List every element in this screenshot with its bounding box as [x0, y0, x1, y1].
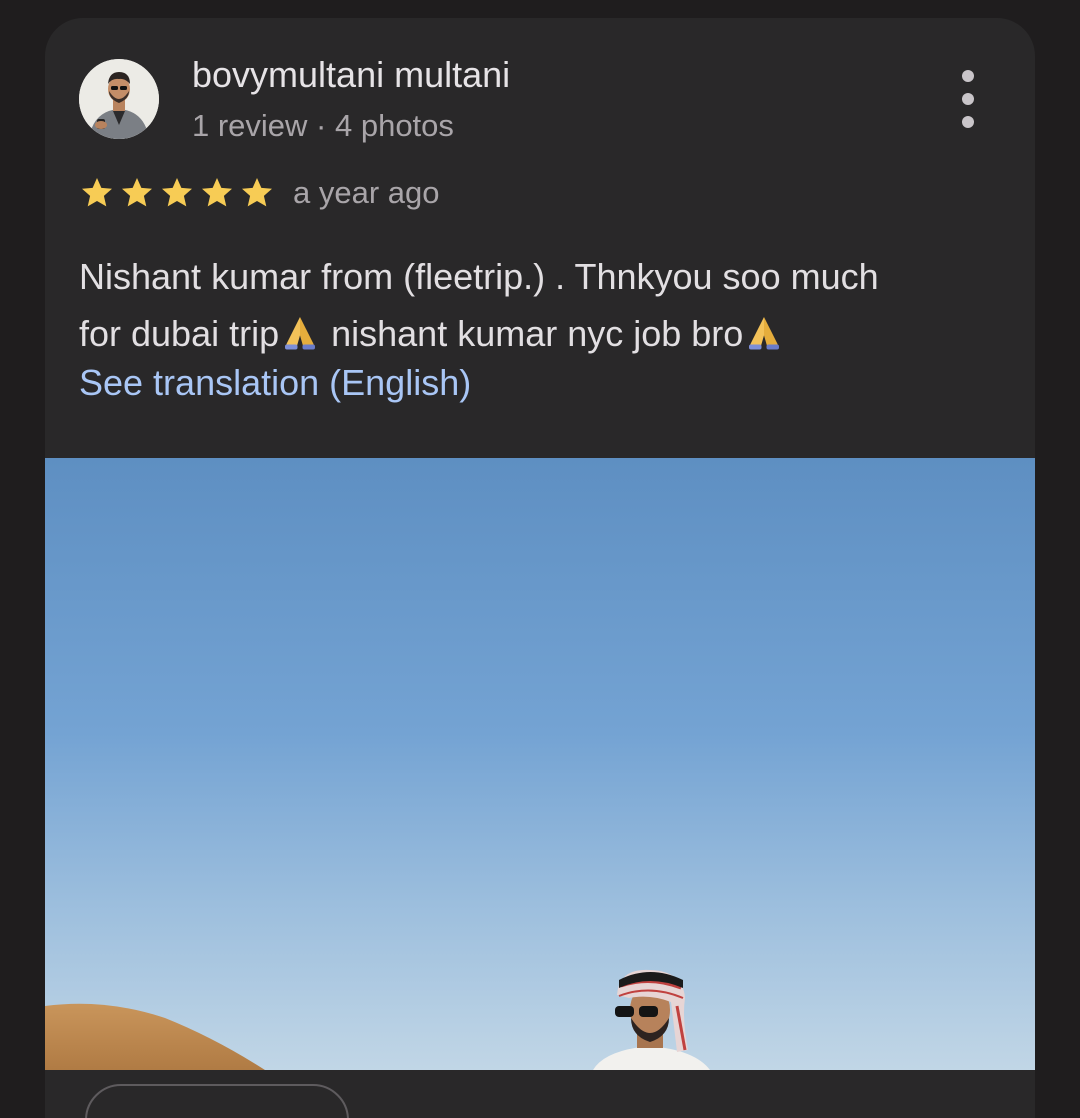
more-vert-icon — [962, 70, 974, 82]
review-card: bovymultani multani 1 review · 4 photos … — [45, 18, 1035, 1118]
avatar-image — [79, 59, 159, 139]
star-rating — [78, 175, 276, 211]
review-time: a year ago — [293, 175, 440, 210]
review-text-segment: for dubai trip — [79, 313, 280, 354]
star-icon — [242, 178, 272, 207]
folded-hands-emoji — [749, 317, 780, 350]
more-options-button[interactable] — [950, 70, 986, 128]
avatar[interactable] — [79, 59, 159, 139]
star-icon — [202, 178, 232, 207]
star-icon — [82, 178, 112, 207]
see-translation-link[interactable]: See translation (English) — [79, 362, 471, 404]
review-text: Nishant kumar from (fleetrip.) . Thnkyou… — [79, 248, 1009, 362]
star-icon — [162, 178, 192, 207]
review-text-line-2: for dubai trip nishant kumar nyc job bro — [79, 305, 1009, 362]
star-icon — [122, 178, 152, 207]
action-chip[interactable] — [85, 1084, 349, 1118]
more-vert-icon-dot — [962, 116, 974, 128]
review-text-line-1: Nishant kumar from (fleetrip.) . Thnkyou… — [79, 256, 879, 297]
author-meta: 1 review · 4 photos — [192, 108, 454, 143]
more-vert-icon-dot — [962, 93, 974, 105]
author-name[interactable]: bovymultani multani — [192, 54, 510, 96]
folded-hands-emoji — [285, 317, 316, 350]
review-photo[interactable] — [45, 458, 1035, 1070]
review-text-segment: nishant kumar nyc job bro — [321, 313, 744, 354]
desert-photo — [45, 458, 1035, 1070]
